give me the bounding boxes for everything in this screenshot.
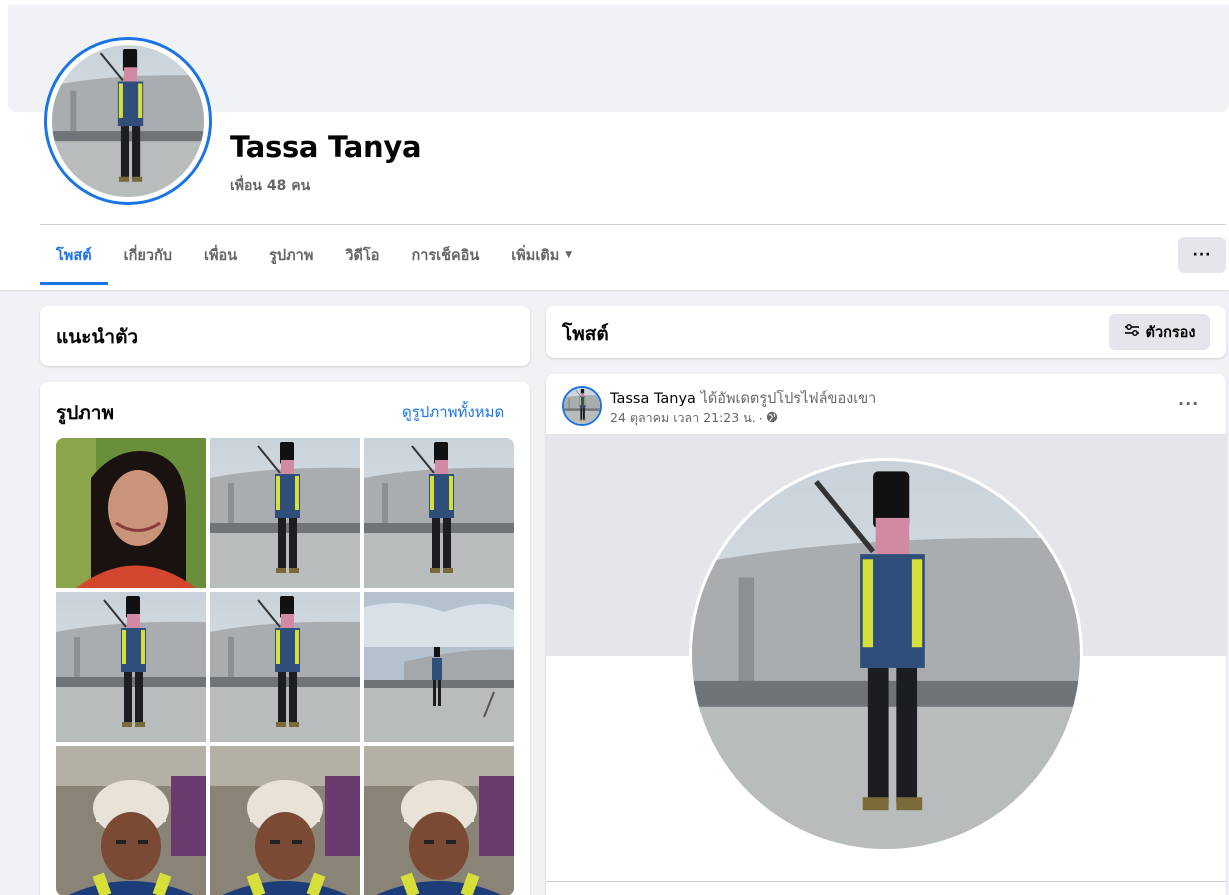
tab-label: รูปภาพ	[269, 247, 314, 264]
post-menu-button[interactable]: ···	[1178, 394, 1199, 413]
post-author-avatar[interactable]	[562, 386, 602, 426]
tab-label: โพสต์	[56, 247, 92, 264]
photo-grid	[56, 438, 514, 895]
photo-thumbnail[interactable]	[364, 438, 514, 588]
see-all-photos-link[interactable]: ดูรูปภาพทั้งหมด	[402, 400, 504, 424]
filter-button[interactable]: ตัวกรอง	[1109, 314, 1210, 350]
photo-thumbnail[interactable]	[56, 746, 206, 895]
photo-thumbnail[interactable]	[364, 592, 514, 742]
media-divider	[546, 881, 1226, 882]
photo-thumbnail[interactable]	[210, 746, 360, 895]
friends-count[interactable]: เพื่อน 48 คน	[230, 175, 310, 197]
tab-label: เพื่อน	[203, 247, 238, 264]
profile-tabs: โพสต์ เกี่ยวกับ เพื่อน รูปภาพ วิดีโอ การ…	[40, 225, 588, 285]
photo-thumbnail[interactable]	[210, 592, 360, 742]
tab-about[interactable]: เกี่ยวกับ	[108, 225, 188, 285]
tab-label: การเช็คอิน	[411, 247, 480, 264]
profile-avatar[interactable]	[44, 37, 212, 205]
sliders-icon	[1124, 323, 1140, 341]
tab-posts[interactable]: โพสต์	[40, 225, 108, 285]
profile-avatar-image	[52, 45, 204, 197]
post-meta: 24 ตุลาคม เวลา 21:23 น. ·	[610, 408, 778, 428]
photo-thumbnail[interactable]	[210, 438, 360, 588]
photo-thumbnail[interactable]	[56, 592, 206, 742]
tab-label: เพิ่มเติม	[511, 247, 560, 264]
post-date[interactable]: 24 ตุลาคม เวลา 21:23 น.	[610, 408, 756, 428]
post-card: Tassa Tanya ได้อัพเดตรูปโปรไฟล์ของเขา 24…	[546, 374, 1226, 895]
tab-more[interactable]: เพิ่มเติม ▼	[495, 225, 588, 285]
posts-header-card: โพสต์ ตัวกรอง	[546, 306, 1226, 358]
post-profile-photo[interactable]	[689, 458, 1083, 852]
tab-videos[interactable]: วิดีโอ	[329, 225, 395, 285]
post-media[interactable]	[546, 434, 1226, 885]
profile-name: Tassa Tanya	[230, 130, 422, 164]
meta-separator: ·	[758, 410, 763, 426]
globe-icon	[766, 411, 778, 426]
tab-photos[interactable]: รูปภาพ	[253, 225, 329, 285]
photo-thumbnail[interactable]	[364, 746, 514, 895]
post-header-text: Tassa Tanya ได้อัพเดตรูปโปรไฟล์ของเขา	[610, 387, 876, 410]
intro-card: แนะนำตัว	[40, 306, 530, 366]
intro-title: แนะนำตัว	[56, 326, 139, 348]
photos-card: รูปภาพ ดูรูปภาพทั้งหมด	[40, 382, 530, 895]
filter-label: ตัวกรอง	[1145, 324, 1196, 341]
tab-label: เกี่ยวกับ	[123, 247, 172, 264]
posts-title: โพสต์	[562, 323, 609, 345]
header-more-button[interactable]: ···	[1178, 237, 1226, 273]
post-author-name[interactable]: Tassa Tanya	[610, 391, 696, 407]
caret-down-icon: ▼	[565, 250, 573, 260]
tab-label: วิดีโอ	[345, 247, 380, 264]
tab-checkins[interactable]: การเช็คอิน	[395, 225, 495, 285]
tab-friends[interactable]: เพื่อน	[188, 225, 253, 285]
photos-title: รูปภาพ	[56, 402, 114, 424]
photo-thumbnail[interactable]	[56, 438, 206, 588]
post-action-text: ได้อัพเดตรูปโปรไฟล์ของเขา	[700, 391, 877, 407]
